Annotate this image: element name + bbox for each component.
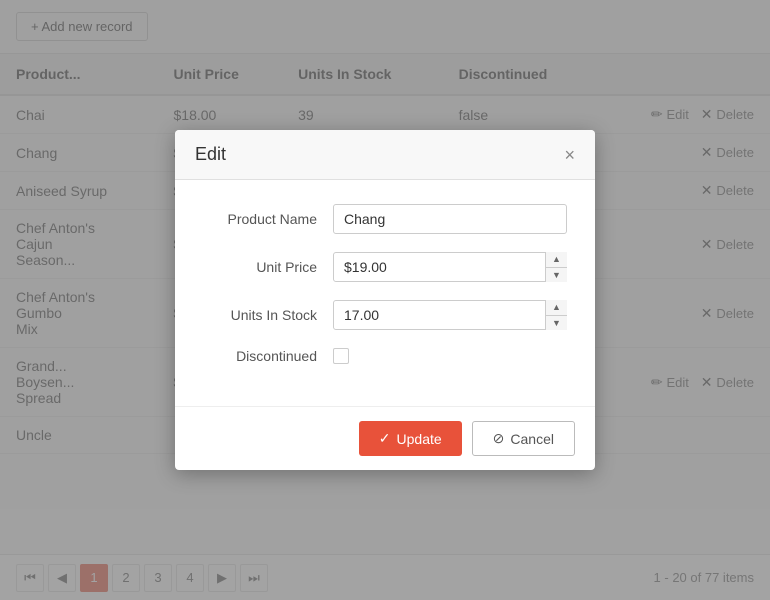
modal-header: Edit ×	[175, 130, 595, 180]
units-in-stock-spinner: ▲ ▼	[333, 300, 567, 330]
modal-close-button[interactable]: ×	[564, 146, 575, 164]
discontinued-checkbox[interactable]	[333, 348, 349, 364]
units-in-stock-label: Units In Stock	[203, 307, 333, 323]
units-in-stock-spin-up[interactable]: ▲	[546, 300, 567, 316]
unit-price-spin-down[interactable]: ▼	[546, 268, 567, 283]
modal-title: Edit	[195, 144, 226, 165]
modal-overlay: Edit × Product Name Unit Price ▲ ▼ Uni	[0, 0, 770, 600]
discontinued-label: Discontinued	[203, 348, 333, 364]
product-name-input[interactable]	[333, 204, 567, 234]
units-in-stock-spinner-buttons: ▲ ▼	[545, 300, 567, 330]
modal-footer: ✓ Update ⊘ Cancel	[175, 406, 595, 470]
unit-price-spinner: ▲ ▼	[333, 252, 567, 282]
update-button[interactable]: ✓ Update	[359, 421, 462, 456]
edit-modal: Edit × Product Name Unit Price ▲ ▼ Uni	[175, 130, 595, 470]
cancel-label: Cancel	[510, 431, 554, 447]
unit-price-spinner-buttons: ▲ ▼	[545, 252, 567, 282]
update-check-icon: ✓	[379, 430, 391, 447]
unit-price-label: Unit Price	[203, 259, 333, 275]
unit-price-input[interactable]	[333, 252, 567, 282]
cancel-button[interactable]: ⊘ Cancel	[472, 421, 575, 456]
product-name-label: Product Name	[203, 211, 333, 227]
unit-price-row: Unit Price ▲ ▼	[203, 252, 567, 282]
discontinued-row: Discontinued	[203, 348, 567, 364]
update-label: Update	[397, 431, 442, 447]
units-in-stock-row: Units In Stock ▲ ▼	[203, 300, 567, 330]
cancel-icon: ⊘	[493, 430, 505, 447]
units-in-stock-input[interactable]	[333, 300, 567, 330]
units-in-stock-spin-down[interactable]: ▼	[546, 316, 567, 331]
product-name-row: Product Name	[203, 204, 567, 234]
modal-body: Product Name Unit Price ▲ ▼ Units In Sto…	[175, 180, 595, 406]
unit-price-spin-up[interactable]: ▲	[546, 252, 567, 268]
